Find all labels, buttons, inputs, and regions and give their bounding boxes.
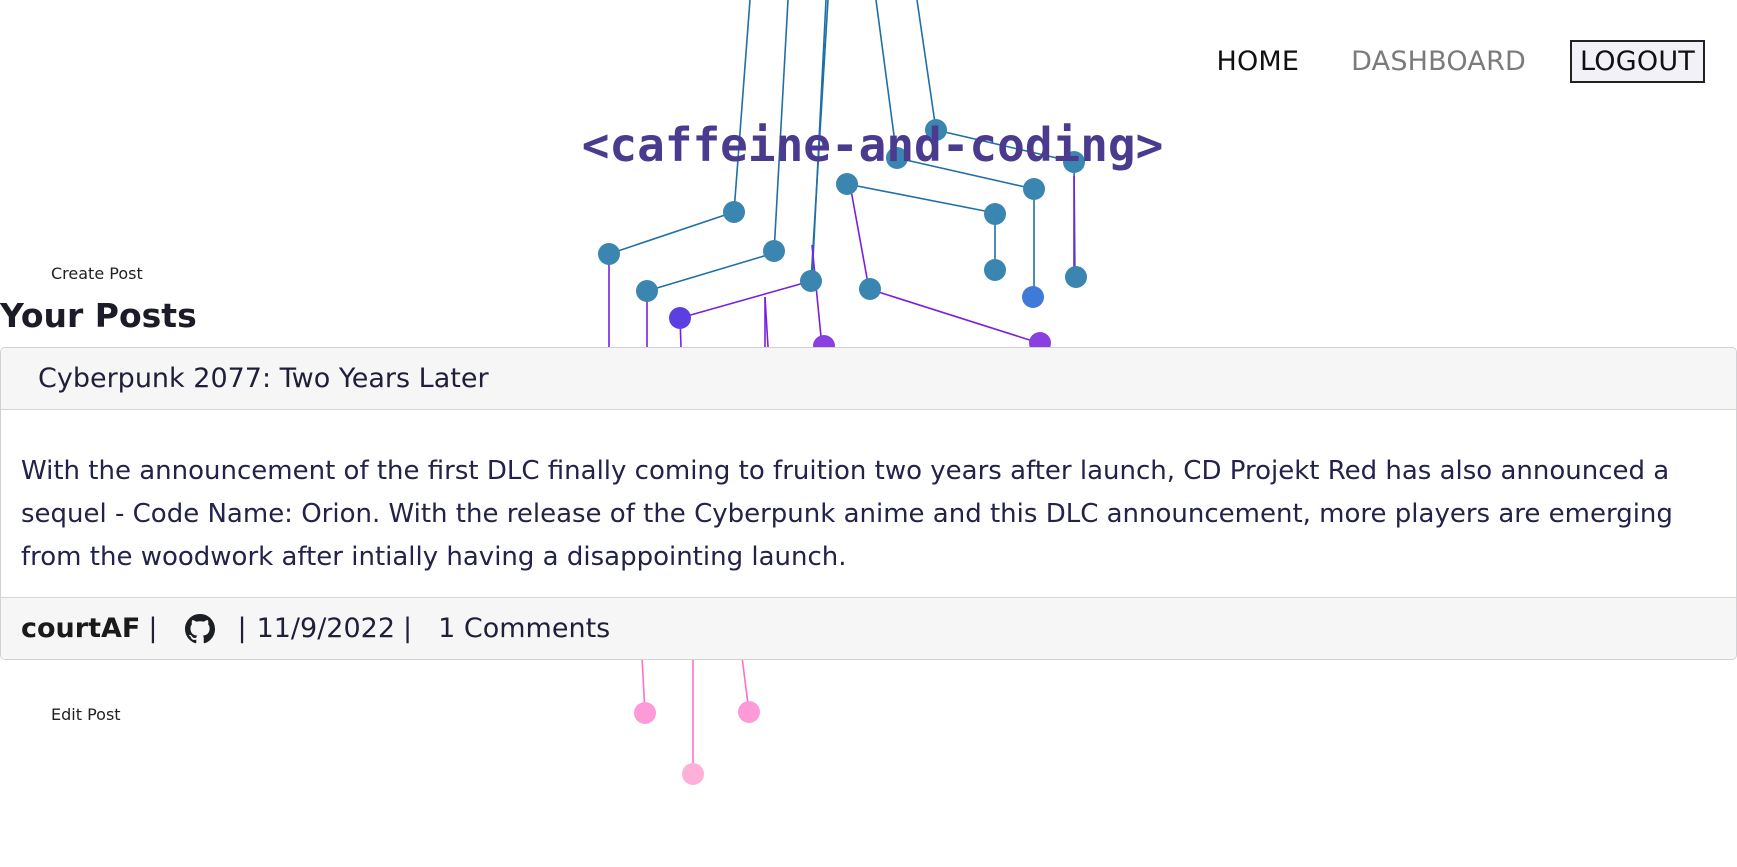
post-body: With the announcement of the first DLC f… xyxy=(21,456,1673,572)
separator: | xyxy=(403,613,413,644)
author-github-link[interactable] xyxy=(185,613,216,644)
page: HOME DASHBOARD LOGOUT <caffeine-and-codi… xyxy=(0,0,1737,867)
site-title: <caffeine-and-coding> xyxy=(581,118,1164,172)
github-icon xyxy=(185,613,216,643)
your-posts-heading: Your Posts xyxy=(0,296,197,335)
post-date: 11/9/2022 xyxy=(256,613,396,644)
create-post-link[interactable]: Create Post xyxy=(51,264,143,283)
separator: | xyxy=(237,613,247,644)
post-comments-link[interactable]: 1 Comments xyxy=(438,613,610,644)
post-title[interactable]: Cyberpunk 2077: Two Years Later xyxy=(38,363,489,394)
separator: | xyxy=(148,613,158,644)
post-author: courtAF xyxy=(21,613,141,644)
post-card-header: Cyberpunk 2077: Two Years Later xyxy=(1,348,1736,410)
nav-home-link[interactable]: HOME xyxy=(1216,46,1299,77)
nav-dashboard-link[interactable]: DASHBOARD xyxy=(1351,46,1526,77)
edit-post-link[interactable]: Edit Post xyxy=(51,705,121,724)
post-card-footer: courtAF | | 11/9/2022 | 1 Comments xyxy=(1,597,1736,659)
post-card[interactable]: Cyberpunk 2077: Two Years Later With the… xyxy=(0,347,1737,660)
main-nav: HOME DASHBOARD LOGOUT xyxy=(1164,40,1705,83)
logout-button[interactable]: LOGOUT xyxy=(1570,40,1705,83)
